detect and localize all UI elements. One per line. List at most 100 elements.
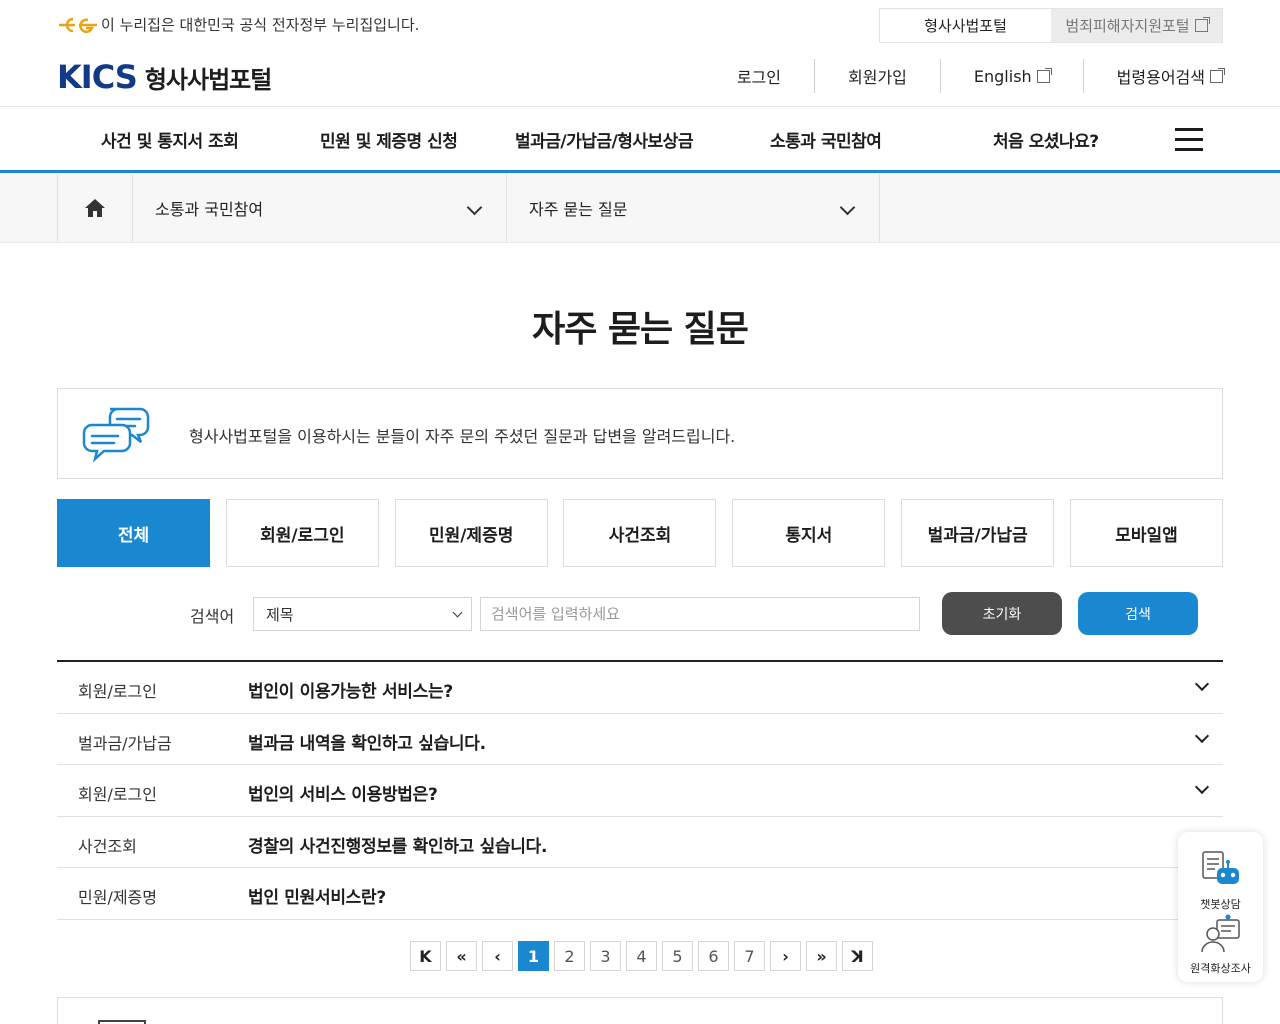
- signup-link[interactable]: 회원가입: [815, 59, 940, 93]
- search-field-select[interactable]: 제목: [253, 597, 472, 631]
- reset-button[interactable]: 초기화: [942, 592, 1062, 635]
- faq-item[interactable]: 민원/제증명 법인 민원서비스란?: [57, 868, 1223, 920]
- page-button[interactable]: 4: [626, 941, 657, 971]
- chevron-down-icon: [466, 199, 483, 216]
- faq-question: 법인이 이용가능한 서비스는?: [248, 682, 453, 702]
- home-icon: [85, 199, 105, 217]
- quick-menu: 챗봇상담 원격화상조사: [1178, 832, 1263, 982]
- faq-item[interactable]: 회원/로그인 법인이 이용가능한 서비스는?: [57, 662, 1223, 714]
- faq-list: 회원/로그인 법인이 이용가능한 서비스는? 벌과금/가납금 벌과금 내역을 확…: [57, 660, 1223, 920]
- nav-case-inquiry[interactable]: 사건 및 통지서 조회: [101, 127, 239, 152]
- chat-bubbles-icon: [82, 407, 150, 463]
- nav-civil-petition[interactable]: 민원 및 제증명 신청: [320, 127, 458, 152]
- chevron-down-icon: [1194, 779, 1210, 795]
- chatbot-icon: [1201, 851, 1239, 884]
- breadcrumb-level2-select[interactable]: 자주 묻는 질문: [507, 174, 880, 242]
- tab-member-login[interactable]: 회원/로그인: [225, 499, 379, 567]
- tab-civil-certificate[interactable]: 민원/제증명: [394, 499, 548, 567]
- page-button[interactable]: 1: [518, 941, 549, 971]
- search-label: 검색어: [190, 607, 235, 626]
- header: KICS 형사사법포털 로그인 회원가입 English 법령용어검색: [0, 50, 1280, 107]
- video-call-icon: [1200, 914, 1240, 953]
- breadcrumb-level2-label: 자주 묻는 질문: [529, 200, 628, 219]
- portal-tab-kics[interactable]: 형사사법포털: [880, 9, 1051, 42]
- kics-logo-mark: KICS: [57, 58, 138, 96]
- faq-category: 사건조회: [78, 836, 137, 856]
- first-page-button[interactable]: K: [410, 941, 441, 971]
- egov-logo-icon: [59, 17, 97, 33]
- page-button[interactable]: 3: [590, 941, 621, 971]
- breadcrumb: 소통과 국민참여 자주 묻는 질문: [0, 174, 1280, 243]
- pagination: K « ‹ 1 2 3 4 5 6 7 › » ꓘ: [410, 941, 878, 971]
- main-nav: 사건 및 통지서 조회 민원 및 제증명 신청 벌과금/가납금/형사보상금 소통…: [0, 107, 1280, 173]
- intro-text: 형사사법포털을 이용하시는 분들이 자주 문의 주셨던 질문과 답변을 알려드립…: [189, 427, 736, 446]
- portal-tab-victim-support[interactable]: 범죄피해자지원포털: [1051, 9, 1222, 42]
- faq-item[interactable]: 벌과금/가납금 벌과금 내역을 확인하고 싶습니다.: [57, 714, 1223, 765]
- tab-notice[interactable]: 통지서: [732, 499, 886, 567]
- nav-communication[interactable]: 소통과 국민참여: [770, 127, 882, 152]
- chatbot-button[interactable]: 챗봇상담: [1178, 850, 1263, 912]
- tab-fines[interactable]: 벌과금/가납금: [901, 499, 1055, 567]
- search-field-value: 제목: [266, 605, 294, 624]
- video-investigation-button[interactable]: 원격화상조사: [1178, 914, 1263, 976]
- legal-terms-link[interactable]: 법령용어검색: [1084, 59, 1225, 93]
- chevron-down-icon: [452, 607, 463, 618]
- site-logo[interactable]: KICS 형사사법포털: [57, 58, 272, 96]
- next-page-button[interactable]: ›: [770, 941, 801, 971]
- video-investigation-label: 원격화상조사: [1190, 962, 1251, 975]
- prev-block-button[interactable]: «: [446, 941, 477, 971]
- search-button[interactable]: 검색: [1078, 592, 1198, 635]
- faq-question: 벌과금 내역을 확인하고 싶습니다.: [248, 733, 486, 754]
- faq-item[interactable]: 회원/로그인 법인의 서비스 이용방법은?: [57, 765, 1223, 817]
- chevron-down-icon: [1194, 728, 1210, 743]
- portal-switch: 형사사법포털 범죄피해자지원포털: [879, 8, 1223, 43]
- faq-category: 회원/로그인: [78, 785, 157, 804]
- faq-category: 회원/로그인: [78, 682, 157, 701]
- chatbot-label: 챗봇상담: [1200, 898, 1241, 911]
- faq-category: 벌과금/가납금: [78, 733, 172, 753]
- menu-icon[interactable]: [1175, 128, 1203, 152]
- page-button[interactable]: 2: [554, 941, 585, 971]
- tab-case-inquiry[interactable]: 사건조회: [563, 499, 717, 567]
- bottom-info-box: [57, 997, 1223, 1024]
- category-tabs: 전체 회원/로그인 민원/제증명 사건조회 통지서 벌과금/가납금 모바일앱: [57, 499, 1223, 567]
- breadcrumb-level1-select[interactable]: 소통과 국민참여: [133, 174, 507, 242]
- intro-box: 형사사법포털을 이용하시는 분들이 자주 문의 주셨던 질문과 답변을 알려드립…: [57, 388, 1223, 479]
- external-link-icon: [1036, 67, 1052, 83]
- page-button[interactable]: 7: [734, 941, 765, 971]
- external-link-icon: [1210, 67, 1225, 83]
- breadcrumb-level1-label: 소통과 국민참여: [155, 200, 264, 219]
- faq-question: 법인의 서비스 이용방법은?: [248, 785, 438, 805]
- gov-banner: 이 누리집은 대한민국 공식 전자정부 누리집입니다. 형사사법포털 범죄피해자…: [0, 0, 1280, 50]
- login-link[interactable]: 로그인: [704, 59, 814, 93]
- chevron-down-icon: [839, 199, 856, 216]
- faq-item[interactable]: 사건조회 경찰의 사건진행정보를 확인하고 싶습니다.: [57, 817, 1223, 868]
- faq-category: 민원/제증명: [78, 888, 157, 907]
- faq-question: 경찰의 사건진행정보를 확인하고 싶습니다.: [248, 836, 548, 857]
- external-link-icon: [1194, 17, 1210, 32]
- gov-notice[interactable]: 이 누리집은 대한민국 공식 전자정부 누리집입니다.: [57, 14, 419, 35]
- nav-first-visit[interactable]: 처음 오셨나요?: [993, 127, 1099, 152]
- prev-page-button[interactable]: ‹: [482, 941, 513, 971]
- page-button[interactable]: 6: [698, 941, 729, 971]
- info-icon: [98, 1020, 146, 1024]
- portal-tab-victim-label: 범죄피해자지원포털: [1065, 17, 1190, 35]
- last-page-button[interactable]: ꓘ: [842, 941, 873, 971]
- next-block-button[interactable]: »: [806, 941, 837, 971]
- home-button[interactable]: [57, 174, 133, 242]
- gov-notice-text: 이 누리집은 대한민국 공식 전자정부 누리집입니다.: [101, 16, 420, 34]
- tab-mobile-app[interactable]: 모바일앱: [1069, 499, 1223, 567]
- chevron-down-icon: [1194, 676, 1210, 692]
- search-input[interactable]: [480, 597, 920, 631]
- page-title: 자주 묻는 질문: [532, 309, 749, 350]
- english-link[interactable]: English: [941, 59, 1083, 93]
- nav-fines[interactable]: 벌과금/가납금/형사보상금: [515, 127, 693, 152]
- portal-tab-kics-label: 형사사법포털: [924, 17, 1007, 35]
- legal-terms-label: 법령용어검색: [1116, 68, 1205, 87]
- tab-all[interactable]: 전체: [57, 499, 210, 567]
- page-button[interactable]: 5: [662, 941, 693, 971]
- faq-question: 법인 민원서비스란?: [248, 888, 386, 908]
- utility-nav: 로그인 회원가입 English 법령용어검색: [704, 59, 1225, 93]
- english-link-label: English: [973, 66, 1032, 86]
- site-name: 형사사법포털: [144, 65, 272, 94]
